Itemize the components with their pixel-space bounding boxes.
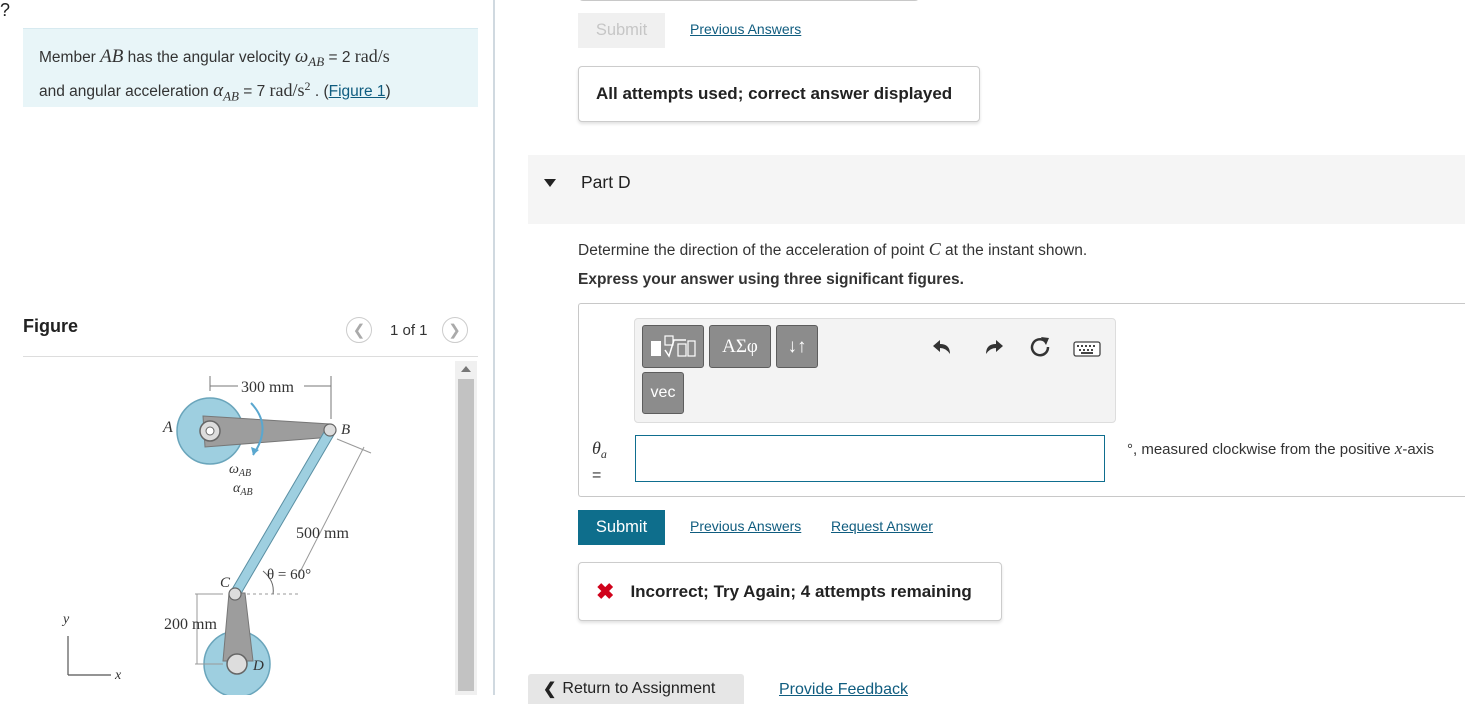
question-prefix: Determine the direction of the accelerat… (578, 242, 929, 259)
greek-symbols-button[interactable]: ΑΣφ (709, 325, 771, 368)
point-c-label: C (220, 575, 231, 591)
part-d-title: Part D (581, 172, 631, 192)
units-text: °, measured clockwise from the positive (1127, 441, 1395, 458)
member-cd (222, 592, 254, 662)
feedback-text: Incorrect; Try Again; 4 attempts remaini… (630, 581, 972, 601)
omega-label: ωAB (229, 462, 251, 479)
request-answer-link[interactable]: Request Answer (831, 518, 933, 534)
problem-line-1: Member AB has the angular velocity ωAB =… (39, 44, 462, 74)
problem-line-2: and angular acceleration αAB = 7 rad/s2 … (39, 74, 462, 108)
point-symbol: C (928, 239, 941, 259)
theta-label: θ = 60° (267, 567, 311, 583)
axis-x-label: x (114, 668, 122, 683)
omega-unit: rad/s (354, 46, 390, 66)
previous-answers-link[interactable]: Previous Answers (690, 21, 801, 37)
redo-icon[interactable] (980, 334, 1006, 360)
member-symbol: AB (100, 46, 124, 67)
dim-label-500: 500 mm (296, 525, 349, 542)
axis-y-label: y (61, 612, 70, 627)
instruction-text: Express your answer using three signific… (578, 271, 964, 288)
problem-text: . ( (310, 83, 329, 101)
units-suffix: -axis (1402, 441, 1434, 458)
problem-text: Member (39, 49, 101, 66)
question-suffix: at the instant shown. (940, 242, 1088, 259)
equals-sign: = (592, 467, 602, 485)
previous-input-edge (578, 0, 920, 1)
templates-icon (651, 334, 696, 358)
submit-button[interactable]: Submit (578, 510, 665, 545)
problem-text: has the angular velocity (123, 49, 295, 66)
feedback-all-attempts-used: All attempts used; correct answer displa… (578, 66, 980, 122)
theta-subscript: a (600, 447, 607, 462)
problem-text: ) (385, 83, 391, 101)
caret-down-icon[interactable] (544, 179, 556, 187)
part-d-header[interactable]: Part D (528, 155, 1465, 224)
figure-heading: Figure (23, 316, 79, 336)
alpha-symbol: α (213, 80, 224, 102)
divider (23, 356, 478, 357)
answer-units: °, measured clockwise from the positive … (1127, 438, 1447, 460)
alpha-subscript: AB (223, 88, 239, 104)
chevron-left-icon: ❮ (543, 681, 557, 698)
alpha-unit: rad/s (269, 80, 305, 101)
theta-symbol: θ (592, 438, 601, 458)
point-b-label: B (341, 422, 350, 438)
return-to-assignment-button[interactable]: ❮ Return to Assignment (528, 674, 744, 704)
templates-button[interactable] (642, 325, 704, 368)
dim-label-300: 300 mm (241, 379, 294, 396)
alpha-value: = 7 (238, 83, 270, 101)
return-label: Return to Assignment (562, 680, 716, 697)
x-icon: ✖ (596, 578, 615, 604)
question-text: Determine the direction of the accelerat… (578, 239, 1087, 260)
figure-link[interactable]: Figure 1 (329, 83, 386, 100)
arrows-button[interactable]: ↓↑ (776, 325, 818, 368)
figure-scrollbar[interactable] (455, 361, 477, 695)
chevron-right-icon[interactable]: ❯ (441, 317, 468, 343)
scroll-thumb[interactable] (458, 379, 474, 691)
alpha-label: αAB (233, 481, 253, 498)
keyboard-icon[interactable] (1073, 339, 1101, 359)
figure-counter: 1 of 1 (390, 321, 428, 339)
provide-feedback-link[interactable]: Provide Feedback (779, 681, 908, 699)
chevron-left-icon[interactable]: ❮ (346, 317, 372, 343)
figure-navigation: ❮ 1 of 1 ❯ (346, 317, 468, 343)
omega-value: = 2 (324, 49, 355, 66)
panel-divider (493, 0, 495, 695)
member-ab (202, 415, 333, 448)
point-a-label: A (162, 419, 173, 436)
answer-input[interactable] (635, 435, 1105, 482)
problem-text: and angular acceleration (39, 83, 214, 101)
submit-button-disabled[interactable]: Submit (578, 13, 665, 48)
reset-icon[interactable] (1027, 334, 1053, 360)
scroll-up-arrow[interactable] (461, 366, 471, 372)
point-d-label: D (252, 658, 264, 674)
omega-symbol: ω (294, 46, 309, 67)
omega-subscript: AB (308, 54, 325, 70)
problem-statement: Member AB has the angular velocity ωAB =… (23, 28, 478, 107)
left-panel: Member AB has the angular velocity ωAB =… (0, 0, 493, 695)
vec-button[interactable]: vec (642, 372, 684, 414)
mechanism-figure: 300 mm A ωAB αAB B 500 mm θ = 60° C D 20… (61, 376, 372, 695)
previous-answers-link[interactable]: Previous Answers (690, 518, 801, 534)
undo-icon[interactable] (930, 334, 956, 360)
answer-variable-label: θa = (592, 438, 607, 486)
feedback-incorrect: ✖ Incorrect; Try Again; 4 attempts remai… (578, 562, 1002, 621)
dim-label-200: 200 mm (164, 616, 217, 633)
